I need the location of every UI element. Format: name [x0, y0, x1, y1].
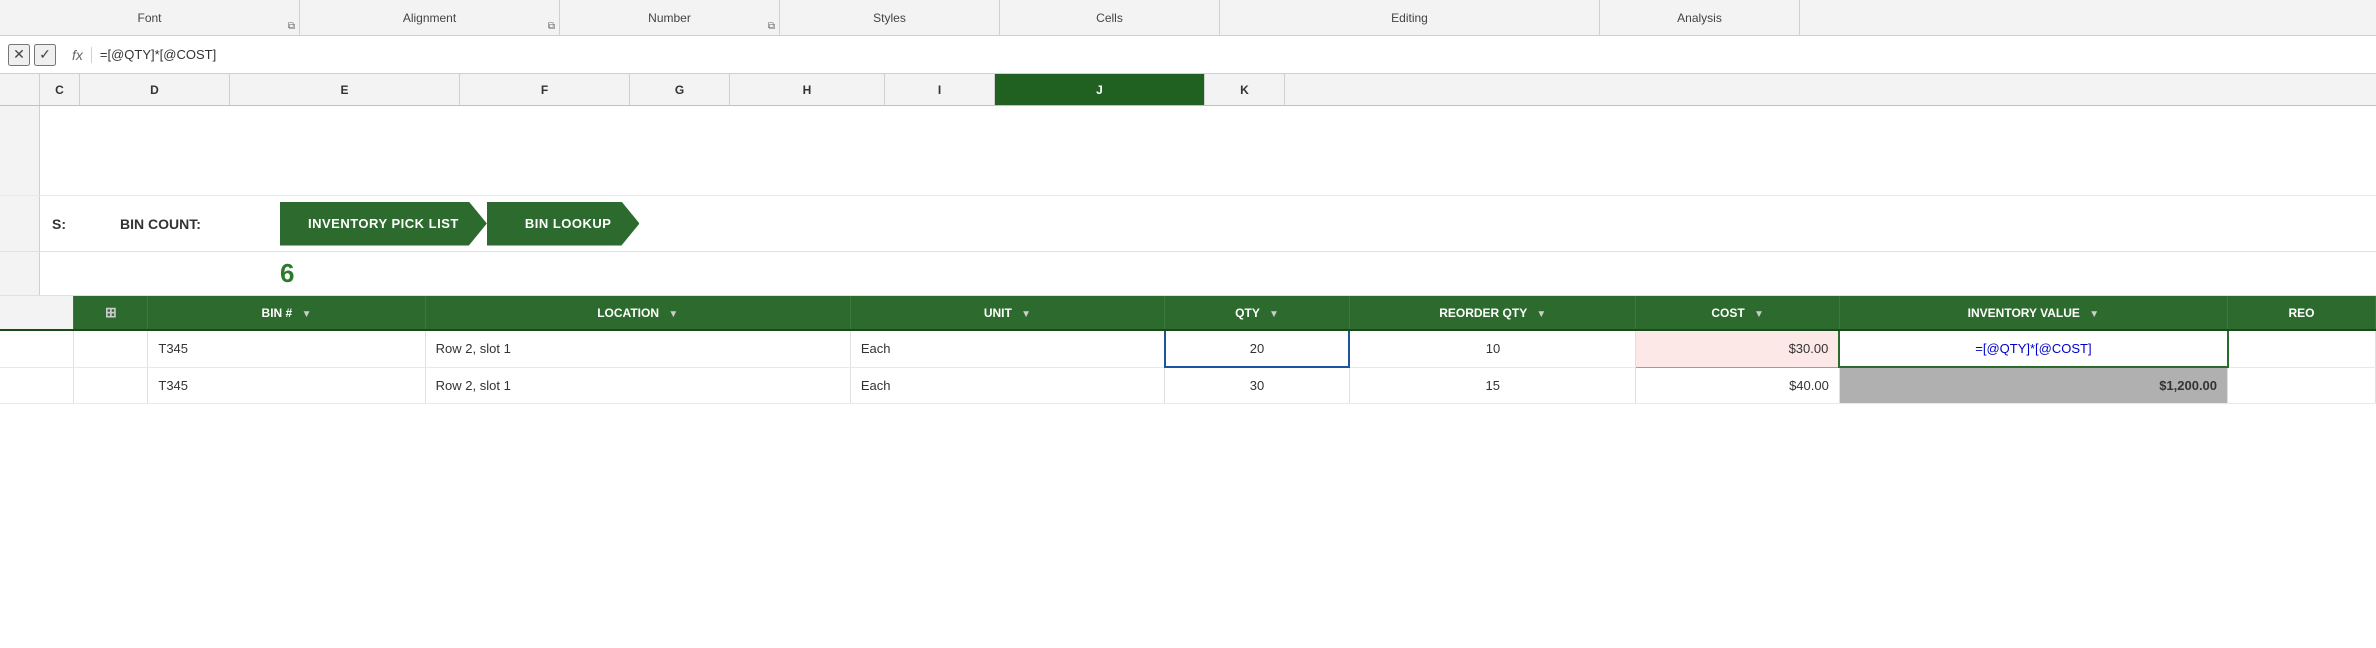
- cell-reorder-1[interactable]: 10: [1349, 330, 1636, 367]
- col-header-j[interactable]: J: [995, 74, 1205, 105]
- row-number-header: [0, 74, 40, 105]
- sheet-area: S: BIN COUNT: INVENTORY PICK LIST BIN LO…: [0, 106, 2376, 404]
- fx-label: fx: [64, 47, 92, 63]
- ribbon-styles-label: Styles: [873, 11, 906, 25]
- bin-count-row: 6: [0, 252, 2376, 296]
- col-header-g[interactable]: G: [630, 74, 730, 105]
- col-header-d[interactable]: D: [80, 74, 230, 105]
- partial-label: S:: [40, 216, 120, 232]
- ribbon-editing-label: Editing: [1391, 11, 1428, 25]
- col-header-h[interactable]: H: [730, 74, 885, 105]
- col-header-c[interactable]: C: [40, 74, 80, 105]
- ribbon-number-section[interactable]: Number ⧉: [560, 0, 780, 35]
- cell-qty-1[interactable]: 20: [1165, 330, 1350, 367]
- bin-lookup-button[interactable]: BIN LOOKUP: [487, 202, 640, 246]
- table-row: T345 Row 2, slot 1 Each 30 15 $40.00 $1,…: [0, 367, 2376, 404]
- cell-bin-2[interactable]: T345: [148, 367, 425, 404]
- column-headers: C D E F G H I J K: [0, 74, 2376, 106]
- ribbon-styles-section[interactable]: Styles: [780, 0, 1000, 35]
- col-header-k[interactable]: K: [1205, 74, 1285, 105]
- table-row: T345 Row 2, slot 1 Each 20 10 $30.00 =[@…: [0, 330, 2376, 367]
- ribbon-analysis-section[interactable]: Analysis: [1600, 0, 1800, 35]
- data-table: ⊞ BIN # ▼ LOCATION ▼ UNIT ▼: [0, 296, 2376, 404]
- th-qty[interactable]: QTY ▼: [1165, 296, 1350, 330]
- unit-dropdown-icon[interactable]: ▼: [1021, 309, 1031, 320]
- row-num-2: [0, 367, 74, 404]
- cell-reo-1[interactable]: [2228, 330, 2376, 367]
- bin-count-label: BIN COUNT:: [120, 216, 280, 232]
- table-header-row: ⊞ BIN # ▼ LOCATION ▼ UNIT ▼: [0, 296, 2376, 330]
- cell-location-2[interactable]: Row 2, slot 1: [425, 367, 850, 404]
- cell-drag-2: [74, 367, 148, 404]
- th-cost[interactable]: COST ▼: [1636, 296, 1839, 330]
- th-reo[interactable]: REO: [2228, 296, 2376, 330]
- cell-qty-2[interactable]: 30: [1165, 367, 1350, 404]
- ribbon-number-label: Number: [648, 11, 691, 25]
- cell-unit-2[interactable]: Each: [850, 367, 1164, 404]
- cell-reo-2[interactable]: [2228, 367, 2376, 404]
- row-numbers-empty: [0, 106, 40, 195]
- th-bin[interactable]: BIN # ▼: [148, 296, 425, 330]
- inventory-pick-list-button[interactable]: INVENTORY PICK LIST: [280, 202, 487, 246]
- col-header-e[interactable]: E: [230, 74, 460, 105]
- number-expand-icon: ⧉: [768, 21, 775, 32]
- ribbon-font-section[interactable]: Font ⧉: [0, 0, 300, 35]
- cell-reorder-2[interactable]: 15: [1349, 367, 1636, 404]
- ribbon-cells-section[interactable]: Cells: [1000, 0, 1220, 35]
- alignment-expand-icon: ⧉: [548, 21, 555, 32]
- cell-invvalue-1[interactable]: =[@QTY]*[@COST]: [1839, 330, 2227, 367]
- cost-dropdown-icon[interactable]: ▼: [1754, 309, 1764, 320]
- nav-buttons: INVENTORY PICK LIST BIN LOOKUP: [280, 202, 639, 246]
- formula-bar: ✕ ✓ fx: [0, 36, 2376, 74]
- location-dropdown-icon[interactable]: ▼: [668, 309, 678, 320]
- ribbon-font-label: Font: [137, 11, 161, 25]
- th-drag: ⊞: [74, 296, 148, 330]
- formula-buttons: ✕ ✓: [8, 44, 56, 66]
- ribbon-alignment-section[interactable]: Alignment ⧉: [300, 0, 560, 35]
- cell-invvalue-2[interactable]: $1,200.00: [1839, 367, 2227, 404]
- cell-bin-1[interactable]: T345: [148, 330, 425, 367]
- nav-row: S: BIN COUNT: INVENTORY PICK LIST BIN LO…: [0, 196, 2376, 252]
- th-reorder-qty[interactable]: REORDER QTY ▼: [1349, 296, 1636, 330]
- drag-handle-icon: ⊞: [105, 304, 117, 320]
- bin-count-value: 6: [280, 254, 294, 293]
- cell-drag-1: [74, 330, 148, 367]
- col-header-i[interactable]: I: [885, 74, 995, 105]
- ribbon-cells-label: Cells: [1096, 11, 1123, 25]
- font-expand-icon: ⧉: [288, 21, 295, 32]
- empty-cells: [40, 106, 2376, 195]
- invvalue-dropdown-icon[interactable]: ▼: [2089, 309, 2099, 320]
- data-table-container: ⊞ BIN # ▼ LOCATION ▼ UNIT ▼: [0, 296, 2376, 404]
- confirm-button[interactable]: ✓: [34, 44, 56, 66]
- col-header-f[interactable]: F: [460, 74, 630, 105]
- ribbon-editing-section[interactable]: Editing: [1220, 0, 1600, 35]
- cell-cost-2[interactable]: $40.00: [1636, 367, 1839, 404]
- ribbon-alignment-label: Alignment: [403, 11, 456, 25]
- cancel-button[interactable]: ✕: [8, 44, 30, 66]
- th-inv-value[interactable]: INVENTORY VALUE ▼: [1839, 296, 2227, 330]
- empty-rows-area: [0, 106, 2376, 196]
- th-unit[interactable]: UNIT ▼: [850, 296, 1164, 330]
- qty-dropdown-icon[interactable]: ▼: [1269, 309, 1279, 320]
- cell-cost-1[interactable]: $30.00: [1636, 330, 1839, 367]
- th-location[interactable]: LOCATION ▼: [425, 296, 850, 330]
- ribbon: Font ⧉ Alignment ⧉ Number ⧉ Styles Cells…: [0, 0, 2376, 36]
- row-number-nav: [0, 196, 40, 251]
- ribbon-analysis-label: Analysis: [1677, 11, 1722, 25]
- bin-dropdown-icon[interactable]: ▼: [302, 309, 312, 320]
- row-num-1: [0, 330, 74, 367]
- reorder-dropdown-icon[interactable]: ▼: [1536, 309, 1546, 320]
- formula-input[interactable]: [100, 47, 2368, 62]
- cell-location-1[interactable]: Row 2, slot 1: [425, 330, 850, 367]
- cell-unit-1[interactable]: Each: [850, 330, 1164, 367]
- row-number-bin-count: [0, 252, 40, 295]
- th-rownum: [0, 296, 74, 330]
